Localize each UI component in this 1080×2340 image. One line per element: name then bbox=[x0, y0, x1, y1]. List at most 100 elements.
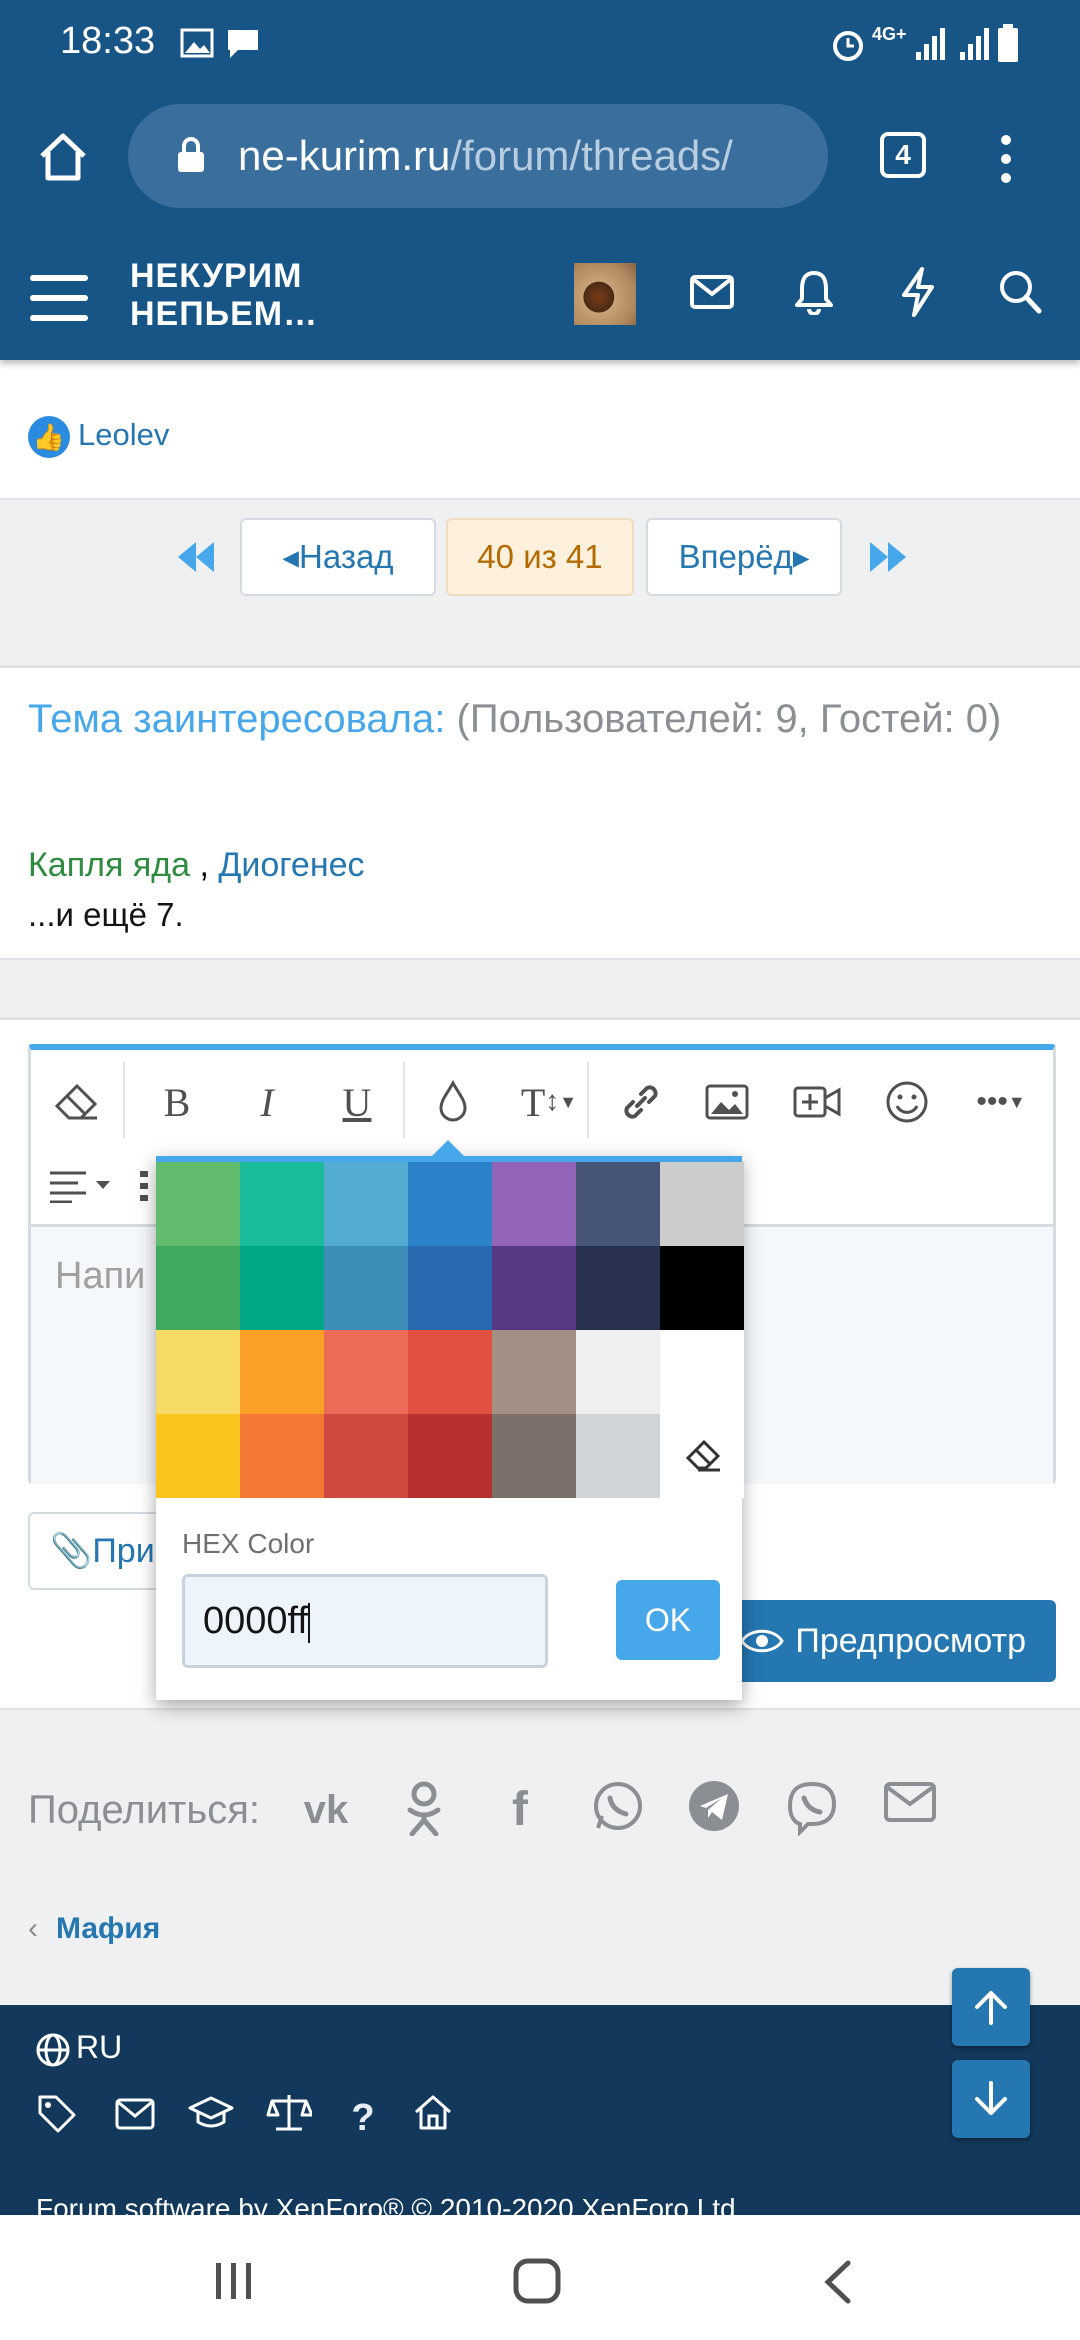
graduation-cap-icon[interactable] bbox=[186, 2093, 236, 2143]
color-swatch[interactable] bbox=[576, 1246, 660, 1330]
recent-apps-icon[interactable] bbox=[214, 2261, 254, 2301]
color-swatch[interactable] bbox=[324, 1162, 408, 1246]
alarm-icon bbox=[833, 31, 863, 61]
chevron-left-icon: ‹ bbox=[28, 1912, 38, 1945]
lightning-icon[interactable] bbox=[900, 267, 936, 317]
menu-icon[interactable] bbox=[30, 273, 88, 323]
search-icon[interactable] bbox=[998, 269, 1042, 315]
scales-icon[interactable] bbox=[264, 2093, 314, 2143]
scroll-up-button[interactable] bbox=[952, 1968, 1030, 2046]
last-page-icon[interactable] bbox=[868, 540, 908, 574]
whatsapp-icon[interactable] bbox=[588, 1780, 648, 1840]
url-bar[interactable]: ne-kurim.ru/forum/threads/ bbox=[128, 104, 828, 208]
color-swatch[interactable] bbox=[156, 1330, 240, 1414]
avatar[interactable] bbox=[574, 263, 636, 325]
watchers-title[interactable]: Тема заинтересовала: bbox=[28, 697, 445, 741]
prev-page-button[interactable]: ◂Назад bbox=[240, 518, 436, 596]
color-swatch[interactable] bbox=[492, 1330, 576, 1414]
color-swatch[interactable] bbox=[492, 1414, 576, 1498]
italic-icon[interactable]: I bbox=[237, 1072, 297, 1132]
likes-row: 👍 Leolev bbox=[28, 410, 169, 460]
help-icon[interactable]: ? bbox=[338, 2093, 388, 2143]
more-vert-icon[interactable] bbox=[996, 132, 1016, 186]
section-gap bbox=[0, 960, 1080, 1020]
color-swatch[interactable] bbox=[576, 1330, 660, 1414]
hex-ok-button[interactable]: OK bbox=[616, 1580, 720, 1660]
smiley-icon[interactable] bbox=[877, 1072, 937, 1132]
color-swatch[interactable] bbox=[156, 1246, 240, 1330]
image-icon[interactable] bbox=[697, 1072, 757, 1132]
language-label: RU bbox=[76, 2029, 123, 2065]
breadcrumb[interactable]: ‹ Мафия bbox=[28, 1905, 160, 1953]
color-swatch[interactable] bbox=[408, 1246, 492, 1330]
color-swatch[interactable] bbox=[156, 1162, 240, 1246]
share-label: Поделиться: bbox=[28, 1788, 260, 1832]
color-swatch[interactable] bbox=[240, 1330, 324, 1414]
message-icon bbox=[228, 30, 258, 58]
color-swatch[interactable] bbox=[240, 1162, 324, 1246]
more-options-icon[interactable]: ••• ▼ bbox=[961, 1072, 1041, 1132]
thread-watchers: Тема заинтересовала: (Пользователей: 9, … bbox=[28, 688, 1058, 750]
color-swatch[interactable] bbox=[576, 1414, 660, 1498]
home-button-icon[interactable] bbox=[512, 2257, 562, 2305]
watcher-link[interactable]: Диогенес bbox=[218, 846, 364, 884]
current-page[interactable]: 40 из 41 bbox=[446, 518, 634, 596]
language-chooser[interactable]: RU bbox=[36, 2025, 122, 2069]
bold-icon[interactable]: B bbox=[147, 1072, 207, 1132]
odnoklassniki-icon[interactable] bbox=[394, 1780, 454, 1840]
bell-icon[interactable] bbox=[794, 269, 834, 315]
color-drop-icon[interactable] bbox=[423, 1072, 483, 1132]
color-swatch[interactable] bbox=[660, 1246, 744, 1330]
video-icon[interactable] bbox=[787, 1072, 847, 1132]
font-size-icon[interactable]: T ↕ ▼ bbox=[507, 1072, 591, 1132]
back-icon[interactable] bbox=[822, 2259, 852, 2305]
home-footer-icon[interactable] bbox=[408, 2093, 458, 2143]
color-swatch[interactable] bbox=[324, 1330, 408, 1414]
color-swatch[interactable] bbox=[660, 1162, 744, 1246]
tab-count-button[interactable]: 4 bbox=[880, 132, 926, 178]
prev-label: Назад bbox=[299, 538, 394, 575]
lock-icon bbox=[178, 137, 204, 172]
clock: 18:33 bbox=[60, 20, 156, 62]
eraser-icon[interactable] bbox=[47, 1072, 107, 1132]
color-swatch[interactable] bbox=[408, 1414, 492, 1498]
color-swatch[interactable] bbox=[408, 1162, 492, 1246]
network-type: 4G+ bbox=[872, 24, 907, 44]
forum-header: НЕКУРИМ НЕПЬЕМ… bbox=[0, 235, 1080, 360]
clear-color-icon[interactable] bbox=[660, 1414, 744, 1498]
preview-button[interactable]: Предпросмотр bbox=[720, 1600, 1056, 1682]
next-page-button[interactable]: Вперёд▸ bbox=[646, 518, 842, 596]
scroll-down-button[interactable] bbox=[952, 2060, 1030, 2138]
color-swatch[interactable] bbox=[324, 1414, 408, 1498]
color-swatch[interactable] bbox=[240, 1414, 324, 1498]
color-swatch[interactable] bbox=[240, 1246, 324, 1330]
forum-logo[interactable]: НЕКУРИМ НЕПЬЕМ… bbox=[130, 257, 318, 333]
signal-icon bbox=[916, 28, 989, 60]
color-swatch[interactable] bbox=[324, 1246, 408, 1330]
link-icon[interactable] bbox=[611, 1072, 671, 1132]
watcher-link[interactable]: Капля яда bbox=[28, 846, 190, 884]
color-swatch[interactable] bbox=[156, 1414, 240, 1498]
color-swatch[interactable] bbox=[408, 1330, 492, 1414]
first-page-icon[interactable] bbox=[176, 540, 216, 574]
align-icon[interactable] bbox=[45, 1156, 121, 1216]
like-user-link[interactable]: Leolev bbox=[78, 417, 169, 452]
viber-icon[interactable] bbox=[782, 1780, 842, 1840]
facebook-icon[interactable]: f bbox=[490, 1780, 550, 1840]
color-swatch[interactable] bbox=[660, 1330, 744, 1414]
underline-icon[interactable]: U bbox=[327, 1072, 387, 1132]
telegram-icon[interactable] bbox=[684, 1780, 744, 1840]
home-icon[interactable] bbox=[36, 130, 90, 184]
toolbar-separator bbox=[123, 1062, 125, 1138]
tag-icon[interactable] bbox=[32, 2093, 82, 2143]
color-swatch[interactable] bbox=[492, 1162, 576, 1246]
contact-mail-icon[interactable] bbox=[110, 2093, 160, 2143]
email-share-icon[interactable] bbox=[880, 1780, 940, 1840]
vk-icon[interactable]: vk bbox=[296, 1780, 356, 1840]
color-swatch[interactable] bbox=[492, 1246, 576, 1330]
mail-icon[interactable] bbox=[690, 273, 734, 313]
eye-icon bbox=[740, 1629, 784, 1653]
color-swatch[interactable] bbox=[576, 1162, 660, 1246]
editor-placeholder: Напи bbox=[55, 1255, 146, 1297]
hex-color-input[interactable]: 0000ff bbox=[182, 1574, 548, 1668]
